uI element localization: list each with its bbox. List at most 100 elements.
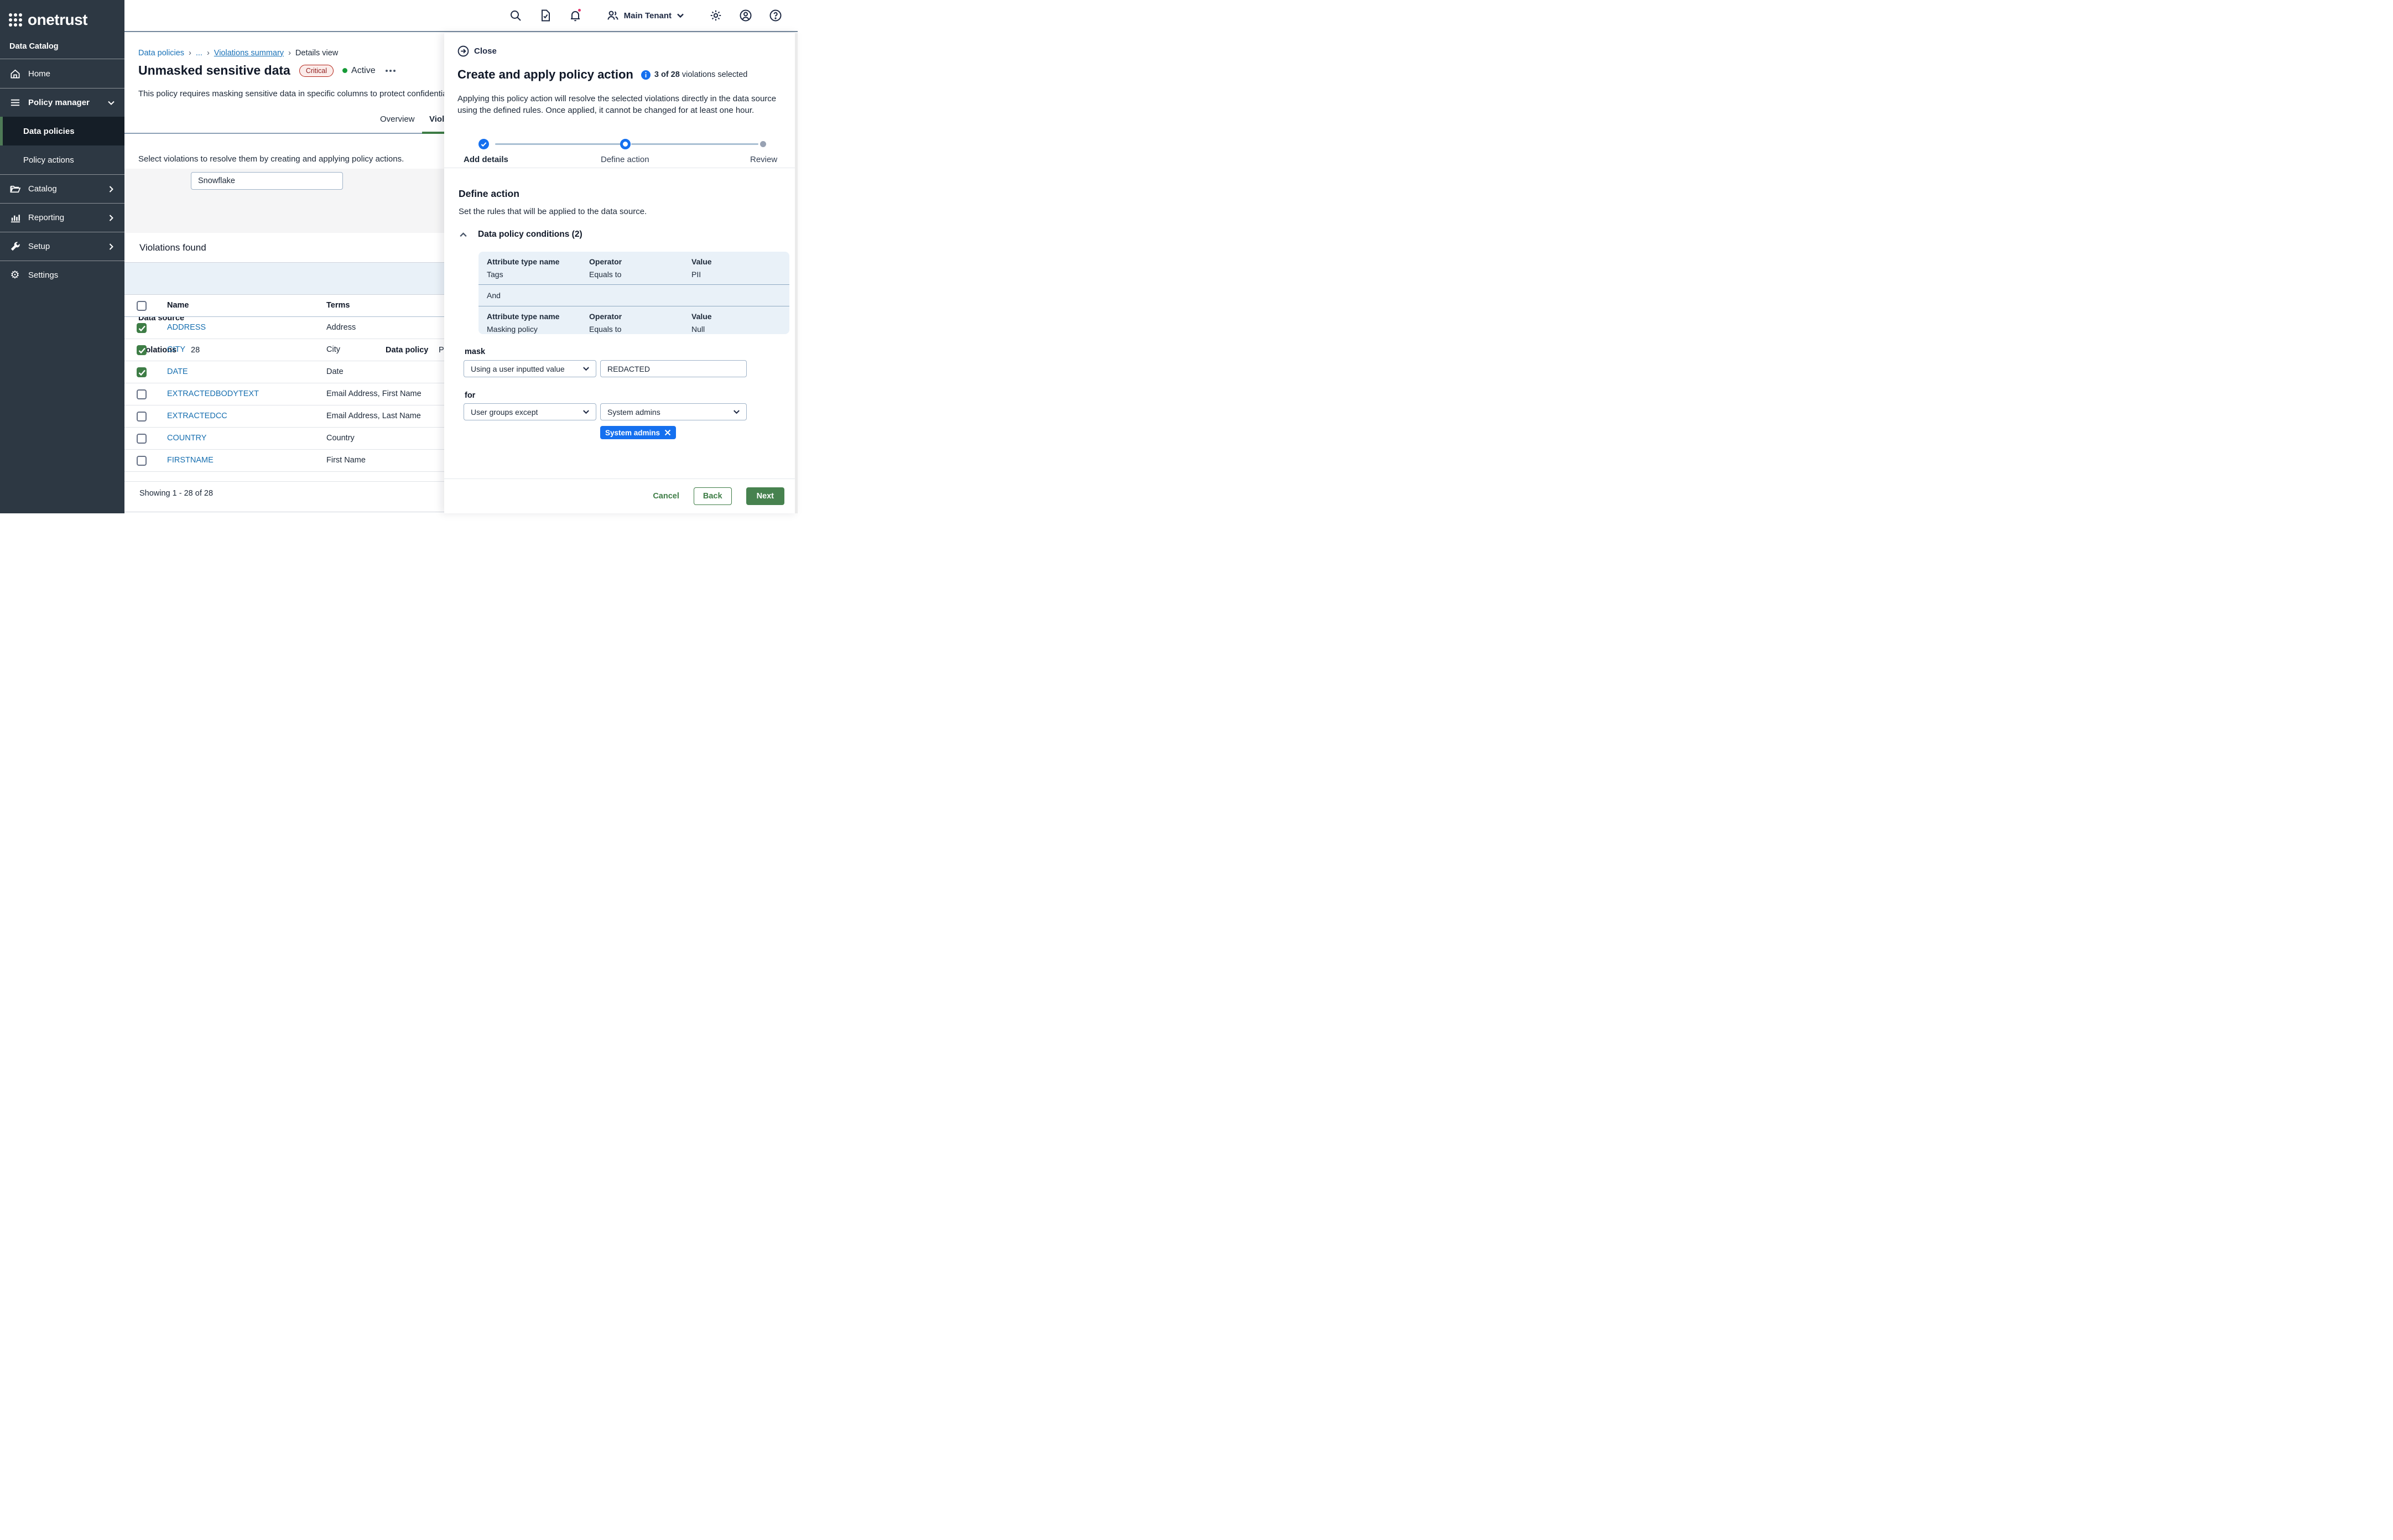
breadcrumb-current: Details view [295, 49, 338, 58]
row-checkbox[interactable] [137, 367, 147, 377]
chip-remove-icon[interactable] [664, 429, 671, 436]
settings-gear-icon[interactable] [709, 9, 722, 22]
chevron-right-icon [107, 242, 116, 251]
sidebar-nav: Home Policy manager Data policies Policy… [0, 59, 124, 289]
chevron-down-icon [107, 98, 116, 107]
sidebar-item-label: Settings [28, 270, 116, 280]
violation-name-link[interactable]: CITY [167, 345, 185, 354]
page-title: Unmasked sensitive data [138, 63, 290, 78]
column-header-name: Name [167, 301, 189, 310]
panel-footer: Cancel Back Next [444, 478, 798, 513]
tenant-switcher[interactable]: Main Tenant [606, 9, 685, 22]
conditions-card: Attribute type name Operator Value Tags … [478, 252, 789, 334]
chevron-down-icon [676, 11, 685, 20]
step-upcoming-icon [760, 141, 766, 147]
sidebar-item-settings[interactable]: ⚙ Settings [0, 261, 124, 289]
tab-overview[interactable]: Overview [380, 115, 415, 124]
next-button[interactable]: Next [746, 487, 784, 505]
tenant-label: Main Tenant [624, 11, 672, 20]
logo-wordmark: onetrust [28, 12, 87, 28]
condition-val: Null [691, 324, 789, 334]
back-button[interactable]: Back [694, 487, 732, 505]
product-name: Data Catalog [0, 28, 124, 59]
step-label-define-action: Define action [601, 155, 649, 164]
sidebar-item-policy-actions[interactable]: Policy actions [0, 145, 124, 174]
onetrust-dots-logo-icon [9, 13, 22, 27]
violation-name-link[interactable]: FIRSTNAME [167, 456, 214, 465]
violation-name-link[interactable]: EXTRACTEDBODYTEXT [167, 389, 259, 398]
user-group-mode-dropdown[interactable]: User groups except [464, 403, 596, 420]
row-checkbox[interactable] [137, 434, 147, 444]
status-badge: Active [342, 66, 376, 76]
step-current-icon [620, 139, 631, 149]
select-all-checkbox[interactable] [137, 301, 147, 311]
sidebar-item-label: Policy manager [28, 98, 100, 107]
top-header: Main Tenant [124, 0, 798, 32]
step-label-review: Review [750, 155, 777, 164]
conditions-title: Data policy conditions (2) [478, 230, 582, 240]
account-icon[interactable] [739, 9, 752, 22]
sidebar-item-label: Policy actions [23, 155, 74, 165]
breadcrumb-ellipsis[interactable]: ... [196, 49, 202, 58]
row-checkbox[interactable] [137, 345, 147, 355]
panel-scrollbar[interactable] [795, 33, 798, 513]
create-policy-action-panel: Close Create and apply policy action 3 o… [444, 33, 798, 513]
data-source-input[interactable] [191, 172, 343, 190]
breadcrumb-violations-summary[interactable]: Violations summary [214, 49, 284, 58]
violation-name-link[interactable]: COUNTRY [167, 434, 206, 443]
violation-terms: First Name [326, 456, 366, 465]
violation-name-link[interactable]: DATE [167, 367, 188, 376]
sidebar-item-data-policies[interactable]: Data policies [0, 117, 124, 145]
sidebar-item-catalog[interactable]: Catalog [0, 174, 124, 203]
violation-terms: Date [326, 367, 344, 376]
violation-terms: City [326, 345, 340, 354]
close-panel-button[interactable]: Close [457, 45, 497, 57]
condition-header-attr: Attribute type name [487, 256, 589, 267]
for-label: for [465, 391, 475, 400]
breadcrumb-data-policies[interactable]: Data policies [138, 49, 184, 58]
active-dot-icon [342, 68, 347, 73]
define-action-title: Define action [459, 188, 519, 200]
chevron-down-icon [582, 408, 590, 416]
close-arrow-icon [457, 45, 469, 57]
condition-op: Equals to [589, 324, 691, 334]
selection-summary: 3 of 28 violations selected [641, 70, 747, 80]
sidebar-item-policy-manager[interactable]: Policy manager [0, 88, 124, 117]
chevron-up-icon [459, 230, 468, 240]
search-icon[interactable] [509, 9, 522, 22]
sidebar-item-reporting[interactable]: Reporting [0, 203, 124, 232]
violations-instruction: Select violations to resolve them by cre… [138, 154, 404, 164]
chevron-right-icon [107, 214, 116, 222]
conditions-collapse-toggle[interactable]: Data policy conditions (2) [459, 230, 582, 240]
document-check-icon[interactable] [539, 9, 552, 22]
chip-label: System admins [605, 429, 660, 437]
selected-group-chip: System admins [600, 426, 676, 439]
mask-type-dropdown[interactable]: Using a user inputted value [464, 360, 596, 377]
sidebar-item-label: Catalog [28, 184, 100, 194]
cancel-button[interactable]: Cancel [653, 492, 679, 501]
row-checkbox[interactable] [137, 456, 147, 466]
help-icon[interactable] [769, 9, 782, 22]
user-group-dropdown[interactable]: System admins [600, 403, 747, 420]
sidebar-item-setup[interactable]: Setup [0, 232, 124, 261]
violation-name-link[interactable]: EXTRACTEDCC [167, 412, 227, 420]
breadcrumb-separator: › [189, 49, 191, 58]
mask-value-input[interactable] [600, 360, 747, 377]
notification-badge [577, 8, 582, 13]
step-label-add-details: Add details [464, 155, 508, 164]
pagination-summary: Showing 1 - 28 of 28 [139, 489, 213, 498]
violation-name-link[interactable]: ADDRESS [167, 323, 206, 332]
row-checkbox[interactable] [137, 389, 147, 399]
policy-manager-icon [9, 97, 21, 109]
sidebar-item-home[interactable]: Home [0, 59, 124, 88]
condition-header-op: Operator [589, 256, 691, 267]
row-checkbox[interactable] [137, 323, 147, 333]
more-options-icon[interactable] [384, 66, 397, 75]
logo: onetrust [0, 0, 124, 28]
severity-badge: Critical [299, 65, 334, 77]
sidebar-item-label: Data policies [23, 127, 75, 136]
notifications-bell-icon[interactable] [569, 9, 582, 22]
condition-block: Attribute type name Operator Value Tags … [478, 252, 789, 284]
violation-terms: Email Address, First Name [326, 389, 422, 398]
row-checkbox[interactable] [137, 412, 147, 422]
